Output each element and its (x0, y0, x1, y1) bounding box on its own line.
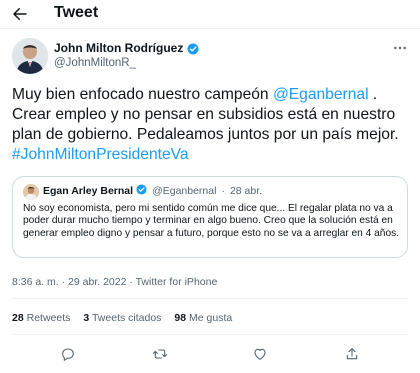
meta-separator: · (129, 276, 133, 288)
author-handle[interactable]: @JohnMiltonR_ (54, 57, 136, 69)
tweet-text-part: Muy bien enfocado nuestro campeón (12, 86, 273, 103)
verified-badge-icon (187, 42, 199, 55)
retweet-icon[interactable] (150, 344, 170, 364)
mention-link[interactable]: @Eganbernal (273, 86, 369, 103)
retweets-label: Retweets (26, 312, 71, 324)
divider (12, 334, 408, 335)
share-icon[interactable] (342, 344, 362, 364)
quote-text: No soy economista, pero mi sentido común… (23, 203, 400, 239)
more-icon[interactable] (392, 40, 408, 59)
author-name-row: John Milton Rodríguez (54, 41, 199, 55)
top-bar: Tweet (0, 0, 420, 28)
quote-avatar (23, 184, 39, 200)
tweet-meta: 8:36 a. m. · 29 abr. 2022 · Twitter for … (12, 276, 217, 288)
divider (0, 28, 420, 29)
tweet-date[interactable]: 29 abr. 2022 (68, 276, 126, 288)
quotes-count: 3 (83, 312, 90, 324)
quote-author-handle: @Eganbernal (152, 185, 217, 197)
likes-stat[interactable]: 98 Me gusta (174, 312, 232, 324)
tweet-stats: 28 Retweets 3 Tweets citados 98 Me gusta (12, 312, 232, 324)
tweet-source[interactable]: Twitter for iPhone (136, 276, 218, 288)
verified-badge-icon (136, 184, 147, 198)
retweets-count: 28 (12, 312, 24, 324)
quotes-label: Tweets citados (91, 312, 162, 324)
avatar[interactable] (12, 38, 48, 74)
action-bar (0, 340, 420, 368)
quote-header: Egan Arley Bernal @Eganbernal · 28 abr. (43, 184, 262, 198)
likes-label: Me gusta (189, 312, 233, 324)
quote-date: 28 abr. (229, 185, 263, 197)
author-block: John Milton Rodríguez @JohnMiltonR_ (12, 38, 408, 74)
quote-separator: · (221, 185, 225, 197)
tweet-time[interactable]: 8:36 a. m. (12, 276, 59, 288)
retweets-stat[interactable]: 28 Retweets (12, 312, 70, 324)
quoted-tweet[interactable]: Egan Arley Bernal @Eganbernal · 28 abr. … (12, 176, 408, 258)
like-icon[interactable] (250, 344, 270, 364)
tweet-text: Muy bien enfocado nuestro campeón @Eganb… (12, 85, 408, 165)
hashtag-link[interactable]: #JohnMiltonPresidenteVa (12, 146, 189, 163)
likes-count: 98 (174, 312, 187, 324)
quotes-stat[interactable]: 3 Tweets citados (83, 312, 161, 324)
back-arrow-icon[interactable] (10, 4, 30, 24)
quote-author-name: Egan Arley Bernal (43, 185, 134, 197)
page-title: Tweet (54, 4, 99, 21)
reply-icon[interactable] (58, 344, 78, 364)
author-name[interactable]: John Milton Rodríguez (54, 41, 183, 55)
divider (12, 298, 408, 299)
meta-separator: · (61, 276, 66, 288)
